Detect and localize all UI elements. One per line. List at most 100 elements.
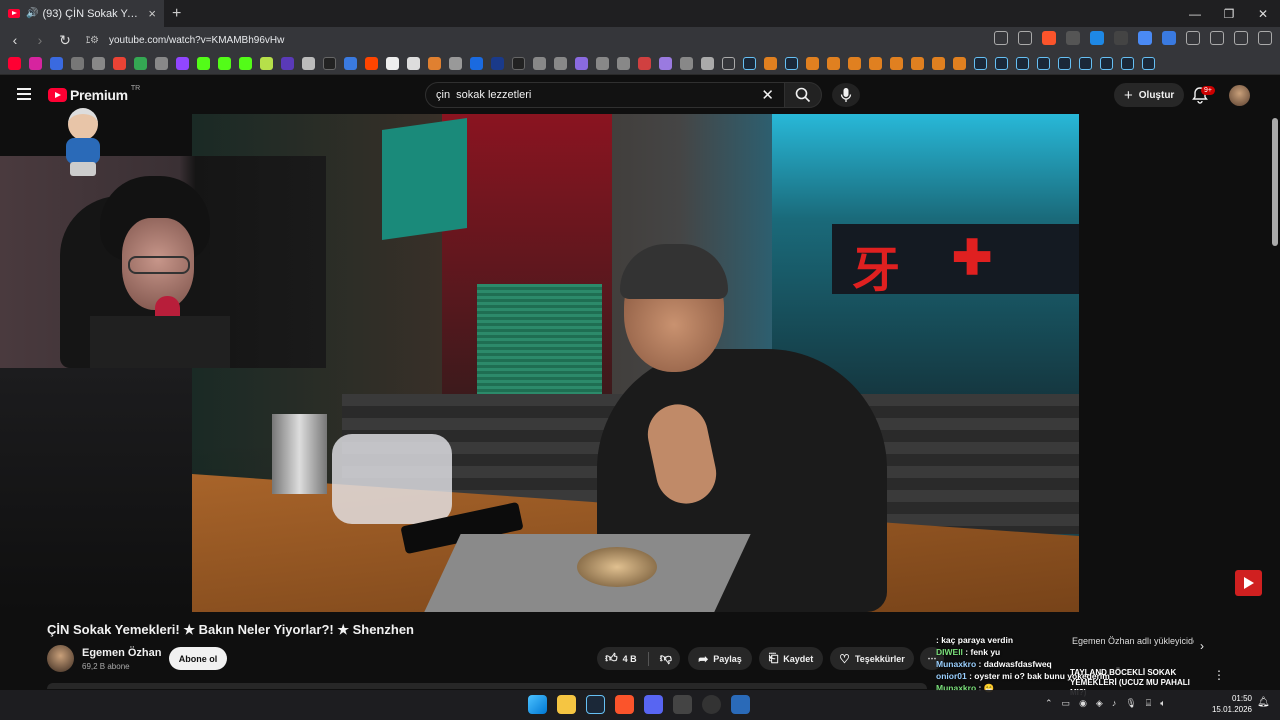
bookmark-icon[interactable] [50,57,63,70]
clear-search-icon[interactable]: ✕ [761,86,774,104]
bookmark-icon[interactable] [911,57,924,70]
tray-icon[interactable]: ♪ [1112,698,1117,709]
kebab-menu-icon[interactable]: ⋮ [1213,668,1225,682]
bookmark-icon[interactable] [806,57,819,70]
share-icon[interactable] [1018,31,1032,45]
sidebar-icon[interactable] [1210,31,1224,45]
bookmark-icon[interactable] [260,57,273,70]
bookmark-kick-icon[interactable] [239,57,252,70]
mic-tray-icon[interactable]: 🎙︎ [1125,698,1136,709]
bookmark-icon[interactable] [869,57,882,70]
guide-menu-icon[interactable] [17,88,31,103]
bookmark-icon[interactable] [302,57,315,70]
notification-center-icon[interactable]: 🔔︎ [1257,697,1270,708]
bookmark-steam-icon[interactable] [1079,57,1092,70]
bookmark-icon[interactable] [827,57,840,70]
site-info-icon[interactable]: ⚙ [90,35,99,46]
bookmark-icon[interactable] [512,57,525,70]
search-button[interactable] [784,82,822,108]
extension-icon[interactable] [1090,31,1104,45]
bookmark-icon[interactable] [344,57,357,70]
cast-icon[interactable] [994,31,1008,45]
window-close-icon[interactable]: ✕ [1246,0,1280,27]
bookmark-icon[interactable] [932,57,945,70]
tray-icon[interactable]: ◉ [1079,698,1087,709]
thumbs-down-icon[interactable]: 👎︎ [660,651,672,666]
extension-icon[interactable] [1138,31,1152,45]
bookmark-icon[interactable] [701,57,714,70]
bookmark-x-icon[interactable] [323,57,336,70]
bookmark-icon[interactable] [449,57,462,70]
bookmark-icon[interactable] [71,57,84,70]
thanks-button[interactable]: ♡ Teşekkürler [830,647,914,670]
bookmark-icon[interactable] [575,57,588,70]
browser-tab[interactable]: 🔊 (93) ÇİN Sokak Yemekleri! ★ Bakın Nele… [0,0,164,27]
subscribe-button[interactable]: Abone ol [169,647,227,670]
brave-browser-icon[interactable] [615,695,634,714]
app-icon[interactable] [731,695,750,714]
youtube-premium-logo[interactable]: Premium TR [48,85,140,103]
account-avatar[interactable] [1229,85,1250,106]
menu-icon[interactable] [1258,31,1272,45]
create-button[interactable]: + Oluştur [1114,83,1185,107]
forward-icon[interactable]: › [30,32,50,48]
bookmark-icon[interactable] [659,57,672,70]
page-scrollbar-thumb[interactable] [1272,118,1278,246]
bookmark-steam-icon[interactable] [1058,57,1071,70]
bookmark-steam-icon[interactable] [1037,57,1050,70]
bookmark-icon[interactable] [638,57,651,70]
bookmark-steam-icon[interactable] [1016,57,1029,70]
bookmark-steam-icon[interactable] [1142,57,1155,70]
tray-icon[interactable]: ◈ [1096,698,1103,709]
bookmark-icon[interactable] [491,57,504,70]
bookmark-steam-icon[interactable] [743,57,756,70]
bookmark-icon[interactable] [953,57,966,70]
save-button[interactable]: ⎗ Kaydet [759,647,823,670]
bookmark-icon[interactable] [428,57,441,70]
extension-icon[interactable] [1066,31,1080,45]
bookmark-steam-icon[interactable] [1121,57,1134,70]
bookmark-icon[interactable] [155,57,168,70]
bookmark-icon[interactable] [554,57,567,70]
tray-icon[interactable]: ▭ [1062,698,1071,709]
description-box[interactable] [47,683,927,689]
bookmark-icon[interactable] [407,57,420,70]
tab-close-icon[interactable]: × [148,6,156,21]
minimize-icon[interactable]: — [1178,0,1212,27]
like-button[interactable]: 👍︎ 4 B [605,651,637,666]
bookmark-steam-icon[interactable] [995,57,1008,70]
bookmark-reddit-icon[interactable] [365,57,378,70]
reload-icon[interactable]: ↻ [55,32,75,49]
bookmark-icon[interactable] [596,57,609,70]
taskbar-clock[interactable]: 01:50 15.01.2026 [1210,693,1252,715]
windows-start-icon[interactable] [528,695,547,714]
discord-icon[interactable] [644,695,663,714]
bookmark-steam-icon[interactable] [974,57,987,70]
bookmark-kick-icon[interactable] [218,57,231,70]
bookmark-icon[interactable] [92,57,105,70]
bookmark-instagram-icon[interactable] [29,57,42,70]
back-icon[interactable]: ‹ [5,32,25,48]
bookmark-steam-icon[interactable] [785,57,798,70]
extensions-puzzle-icon[interactable] [1186,31,1200,45]
bookmark-folder-icon[interactable] [722,57,735,70]
network-icon[interactable]: ⌸ [1146,698,1151,709]
bookmark-kick-icon[interactable] [197,57,210,70]
url-field[interactable]: ⚙ youtube.com/watch?v=KMAMBh96vHw [90,30,1040,50]
bookmark-steam-icon[interactable] [1100,57,1113,70]
extension-icon[interactable] [1162,31,1176,45]
bookmark-gmail-icon[interactable] [113,57,126,70]
bookmark-icon[interactable] [617,57,630,70]
audio-playing-icon[interactable]: 🔊 [26,8,38,19]
channel-avatar[interactable] [47,645,74,672]
bookmark-twitch-icon[interactable] [176,57,189,70]
channel-name[interactable]: Egemen Özhan [82,647,161,659]
bookmark-icon[interactable] [764,57,777,70]
new-tab-icon[interactable]: + [172,5,181,23]
restore-icon[interactable]: ❐ [1212,0,1246,27]
obs-icon[interactable] [702,695,721,714]
bookmark-icon[interactable] [281,57,294,70]
channel-watermark-icon[interactable] [1235,570,1262,596]
volume-icon[interactable]: 🔈︎ [1160,698,1165,709]
file-explorer-icon[interactable] [557,695,576,714]
